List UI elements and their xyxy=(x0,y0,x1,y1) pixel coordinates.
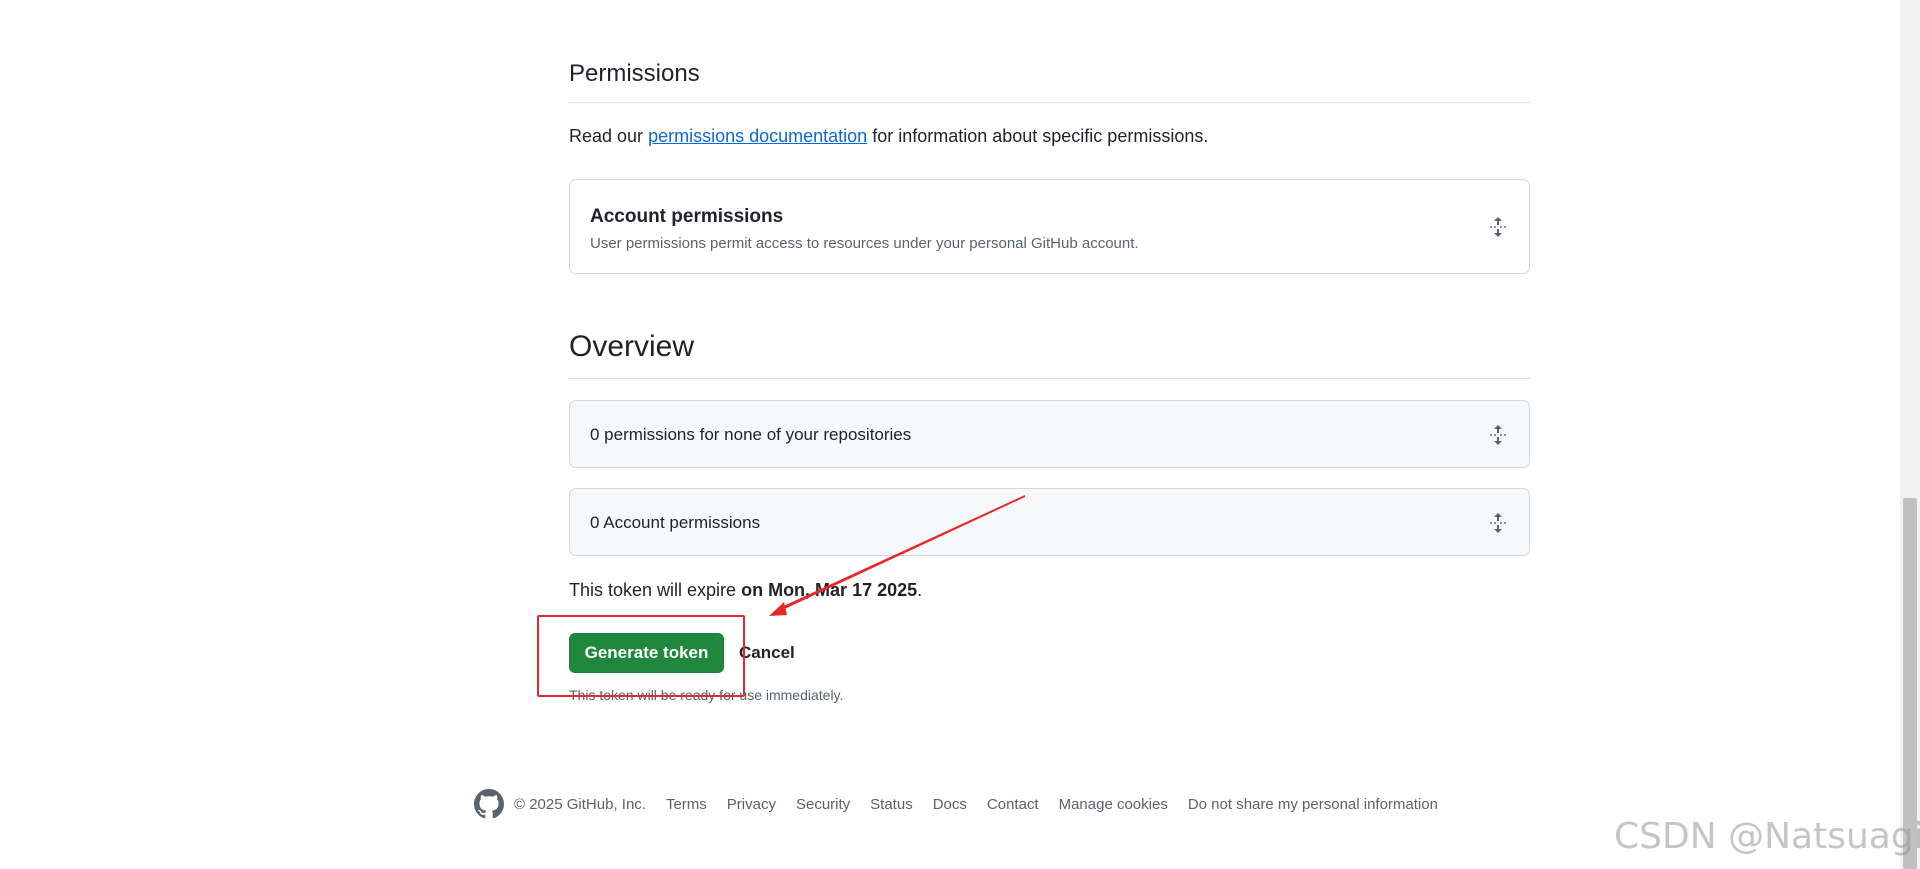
overview-divider xyxy=(569,378,1530,379)
expiry-prefix: This token will expire xyxy=(569,580,742,600)
cancel-button[interactable]: Cancel xyxy=(739,643,795,663)
account-permissions-summary[interactable]: 0 Account permissions xyxy=(569,488,1530,556)
footer-link-privacy[interactable]: Privacy xyxy=(727,796,776,813)
expiry-suffix: . xyxy=(917,580,923,600)
generate-token-button[interactable]: Generate token xyxy=(569,633,724,673)
repository-permissions-label: 0 permissions for none of your repositor… xyxy=(590,425,912,444)
permissions-docs-link[interactable]: permissions documentation xyxy=(648,126,867,146)
account-permissions-subtitle: User permissions permit access to resour… xyxy=(590,235,1139,252)
footer-copyright: © 2025 GitHub, Inc. xyxy=(514,795,646,813)
unfold-icon[interactable] xyxy=(1489,216,1507,238)
permissions-divider xyxy=(569,102,1530,103)
token-ready-note: This token will be ready for use immedia… xyxy=(569,687,844,703)
account-permissions-panel[interactable]: Account permissions User permissions per… xyxy=(569,179,1530,274)
unfold-icon[interactable] xyxy=(1489,424,1507,446)
overview-heading: Overview xyxy=(569,330,695,363)
footer-link-docs[interactable]: Docs xyxy=(933,796,967,813)
footer-link-manage-cookies[interactable]: Manage cookies xyxy=(1059,796,1168,813)
footer-link-status[interactable]: Status xyxy=(870,796,913,813)
expiry-date: on Mon, Mar 17 2025 xyxy=(741,580,918,600)
footer-link-security[interactable]: Security xyxy=(796,796,850,813)
footer: © 2025 GitHub, Inc. Terms Privacy Securi… xyxy=(474,789,1458,819)
github-logo-icon[interactable] xyxy=(474,789,504,819)
permissions-heading: Permissions xyxy=(569,60,700,87)
desc-text-after: for information about specific permissio… xyxy=(867,126,1209,146)
token-expiry-text: This token will expire on Mon, Mar 17 20… xyxy=(569,580,922,601)
vertical-scrollbar[interactable] xyxy=(1900,0,1920,869)
account-permissions-summary-label: 0 Account permissions xyxy=(590,513,761,532)
account-permissions-title: Account permissions xyxy=(590,206,784,227)
watermark-text: CSDN @Natsuagin xyxy=(1614,816,1920,857)
permissions-description: Read our permissions documentation for i… xyxy=(569,126,1208,147)
desc-text-before: Read our xyxy=(569,126,649,146)
footer-link-contact[interactable]: Contact xyxy=(987,796,1039,813)
footer-link-do-not-share[interactable]: Do not share my personal information xyxy=(1188,796,1438,813)
unfold-icon[interactable] xyxy=(1489,512,1507,534)
repository-permissions-summary[interactable]: 0 permissions for none of your repositor… xyxy=(569,400,1530,468)
footer-link-terms[interactable]: Terms xyxy=(666,796,707,813)
scrollbar-thumb[interactable] xyxy=(1903,498,1917,869)
